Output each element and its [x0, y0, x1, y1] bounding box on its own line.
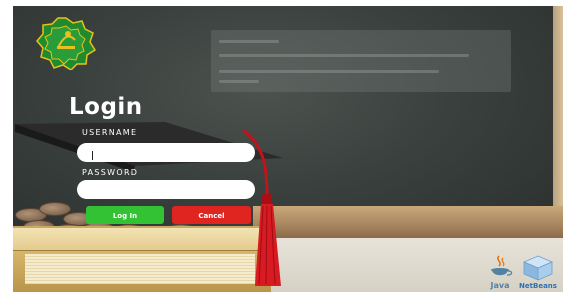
- netbeans-cube-icon: [522, 255, 554, 281]
- netbeans-brand: NetBeans: [519, 255, 557, 291]
- username-input[interactable]: [77, 143, 255, 162]
- chalk-line: [219, 54, 469, 57]
- book-cover: [13, 226, 271, 252]
- cancel-button[interactable]: Cancel: [172, 206, 251, 224]
- text-caret: [92, 151, 93, 160]
- password-input[interactable]: [77, 180, 255, 199]
- chalk-line: [219, 70, 439, 73]
- chalk-line: [219, 80, 259, 83]
- book-pages: [25, 254, 255, 284]
- username-label: USERNAME: [82, 128, 138, 137]
- password-label: PASSWORD: [82, 168, 139, 177]
- java-brand: Java: [485, 255, 515, 291]
- login-title: Login: [69, 94, 143, 120]
- java-label: Java: [490, 281, 510, 290]
- login-button[interactable]: Log In: [86, 206, 164, 224]
- chalkboard-ledge: [253, 206, 563, 238]
- ministry-emblem-icon: [36, 17, 97, 70]
- chalk-line: [219, 40, 279, 43]
- java-cup-icon: [491, 255, 513, 276]
- login-window: Login USERNAME PASSWORD Log In Cancel Ja…: [13, 6, 563, 292]
- netbeans-label: NetBeans: [519, 282, 557, 290]
